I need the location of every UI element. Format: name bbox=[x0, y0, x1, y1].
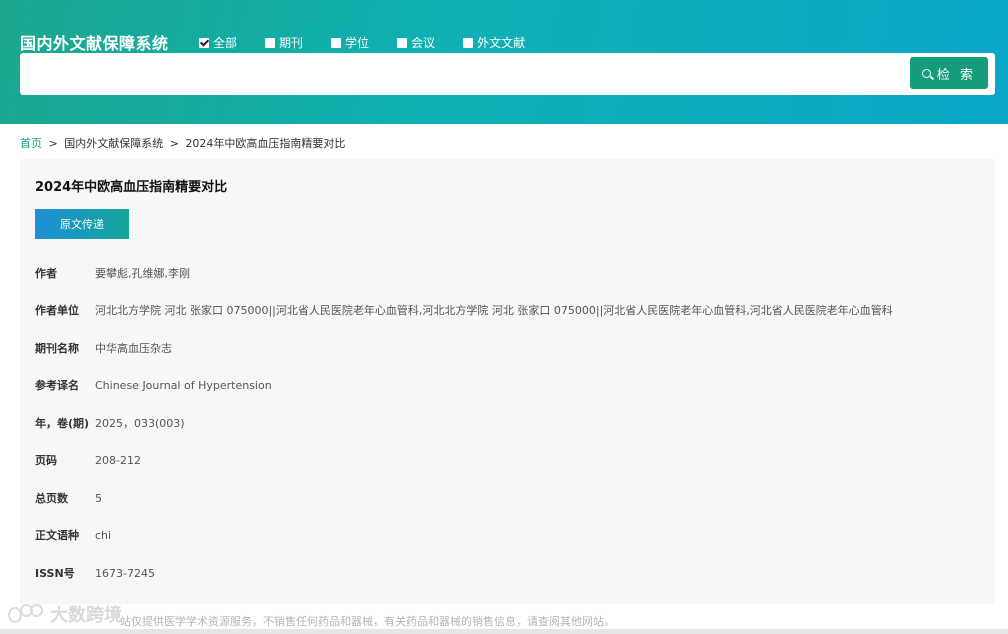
field-value: 5 bbox=[95, 491, 102, 505]
document-delivery-button[interactable]: 原文传递 bbox=[35, 209, 129, 239]
filter-all[interactable]: 全部 bbox=[199, 34, 237, 51]
checkbox-icon[interactable] bbox=[397, 37, 408, 48]
field-label: 参考译名 bbox=[35, 379, 79, 392]
field-issn: ISSN号 1673-7245 bbox=[35, 565, 155, 581]
breadcrumb-separator: > bbox=[48, 137, 58, 150]
field-label: 总页数 bbox=[35, 492, 68, 505]
field-label: 页码 bbox=[35, 454, 57, 467]
search-scope-filters: 全部 期刊 学位 会议 外文文献 bbox=[199, 34, 553, 51]
field-affiliation: 作者单位 河北北方学院 河北 张家口 075000||河北省人民医院老年心血管科… bbox=[35, 302, 893, 318]
field-language: 正文语种 chi bbox=[35, 527, 111, 543]
field-journal-name: 期刊名称 中华高血压杂志 bbox=[35, 340, 172, 356]
header-banner: 国内外文献保障系统 全部 期刊 学位 会议 外文文献 检 索 bbox=[0, 0, 1008, 124]
search-button[interactable]: 检 索 bbox=[910, 57, 988, 89]
breadcrumb-system-link[interactable]: 国内外文献保障系统 bbox=[64, 137, 163, 150]
search-button-label: 检 索 bbox=[936, 67, 977, 83]
checkbox-icon[interactable] bbox=[463, 37, 474, 48]
field-label: 年，卷(期) bbox=[35, 417, 90, 430]
filter-degree[interactable]: 学位 bbox=[331, 34, 369, 51]
breadcrumb-current: 2024年中欧高血压指南精要对比 bbox=[185, 137, 346, 150]
field-value: 要攀彪,孔维娜,李刚 bbox=[95, 267, 190, 280]
breadcrumb-home-link[interactable]: 首页 bbox=[20, 137, 42, 150]
breadcrumb-separator: > bbox=[169, 137, 179, 150]
breadcrumb: 首页 > 国内外文献保障系统 > 2024年中欧高血压指南精要对比 bbox=[20, 135, 345, 151]
field-value: chi bbox=[95, 528, 112, 542]
filter-conference[interactable]: 会议 bbox=[397, 34, 435, 51]
field-translated-name: 参考译名 Chinese Journal of Hypertension bbox=[35, 377, 272, 393]
field-value: 中华高血压杂志 bbox=[95, 342, 172, 355]
field-label: 作者单位 bbox=[35, 304, 79, 317]
site-logo[interactable]: 国内外文献保障系统 bbox=[20, 30, 169, 54]
filter-label: 会议 bbox=[411, 36, 436, 50]
field-page-count: 总页数 5 bbox=[35, 490, 102, 506]
checkbox-checked-icon[interactable] bbox=[199, 37, 209, 48]
field-label: 期刊名称 bbox=[35, 342, 79, 355]
watermark: 大数跨境 bbox=[8, 601, 122, 627]
field-label: ISSN号 bbox=[35, 567, 75, 580]
footer-disclaimer: 站仅提供医学学术资源服务，不销售任何药品和器械，有关药品和器械的销售信息，请查阅… bbox=[120, 615, 615, 628]
search-icon bbox=[921, 68, 931, 78]
field-pages: 页码 208-212 bbox=[35, 452, 141, 468]
filter-label: 学位 bbox=[345, 36, 370, 50]
article-title: 2024年中欧高血压指南精要对比 bbox=[35, 180, 228, 195]
field-authors: 作者 要攀彪,孔维娜,李刚 bbox=[35, 265, 190, 281]
field-value: 1673-7245 bbox=[95, 566, 155, 580]
field-year-volume-issue: 年，卷(期) 2025，033(003) bbox=[35, 415, 185, 431]
field-value: 2025，033(003) bbox=[95, 417, 185, 430]
checkbox-icon[interactable] bbox=[331, 37, 342, 48]
field-value: Chinese Journal of Hypertension bbox=[95, 378, 272, 392]
filter-foreign[interactable]: 外文文献 bbox=[463, 34, 525, 51]
field-label: 作者 bbox=[35, 267, 57, 280]
filter-label: 外文文献 bbox=[477, 36, 526, 50]
article-detail-panel: 2024年中欧高血压指南精要对比 原文传递 作者 要攀彪,孔维娜,李刚 作者单位… bbox=[20, 159, 995, 614]
field-label: 正文语种 bbox=[35, 529, 79, 542]
watermark-logo-icon bbox=[8, 604, 46, 624]
filter-label: 期刊 bbox=[279, 36, 304, 50]
search-input[interactable] bbox=[28, 59, 902, 91]
checkbox-icon[interactable] bbox=[265, 37, 276, 48]
watermark-text: 大数跨境 bbox=[50, 605, 122, 626]
field-value: 208-212 bbox=[95, 453, 141, 467]
filter-label: 全部 bbox=[213, 36, 238, 50]
search-bar: 检 索 bbox=[20, 53, 995, 95]
filter-journal[interactable]: 期刊 bbox=[265, 34, 303, 51]
field-value: 河北北方学院 河北 张家口 075000||河北省人民医院老年心血管科,河北北方… bbox=[95, 304, 893, 317]
bottom-edge bbox=[0, 629, 1008, 634]
